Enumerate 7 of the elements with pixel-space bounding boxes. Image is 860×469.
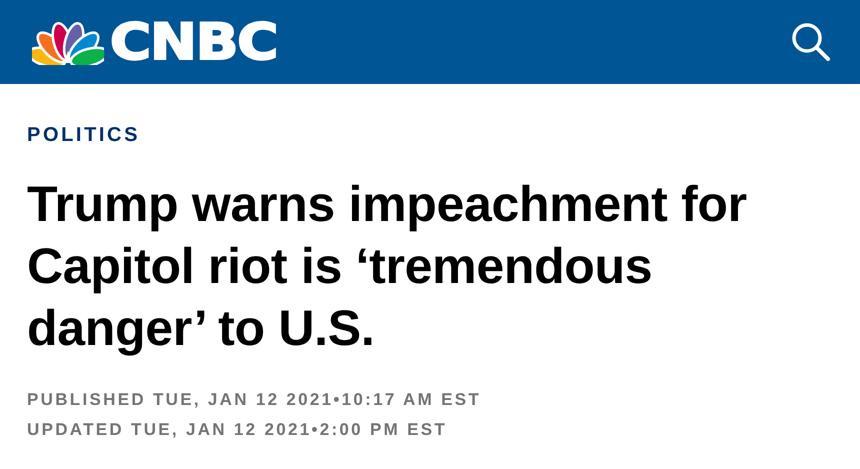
search-icon[interactable] bbox=[790, 21, 832, 63]
timestamp: PUBLISHED TUE, JAN 12 2021•10:17 AM EST bbox=[27, 389, 482, 411]
timestamp: UPDATED TUE, JAN 12 2021•2:00 PM EST bbox=[27, 419, 448, 441]
category-link[interactable]: POLITICS bbox=[27, 124, 833, 147]
article-headline: Trump warns impeachment for Capitol riot is ‘tremendous danger’ to U.S. bbox=[27, 175, 748, 358]
site-logo[interactable]: CNBC bbox=[110, 17, 278, 67]
peacock-logo-icon bbox=[32, 19, 104, 65]
